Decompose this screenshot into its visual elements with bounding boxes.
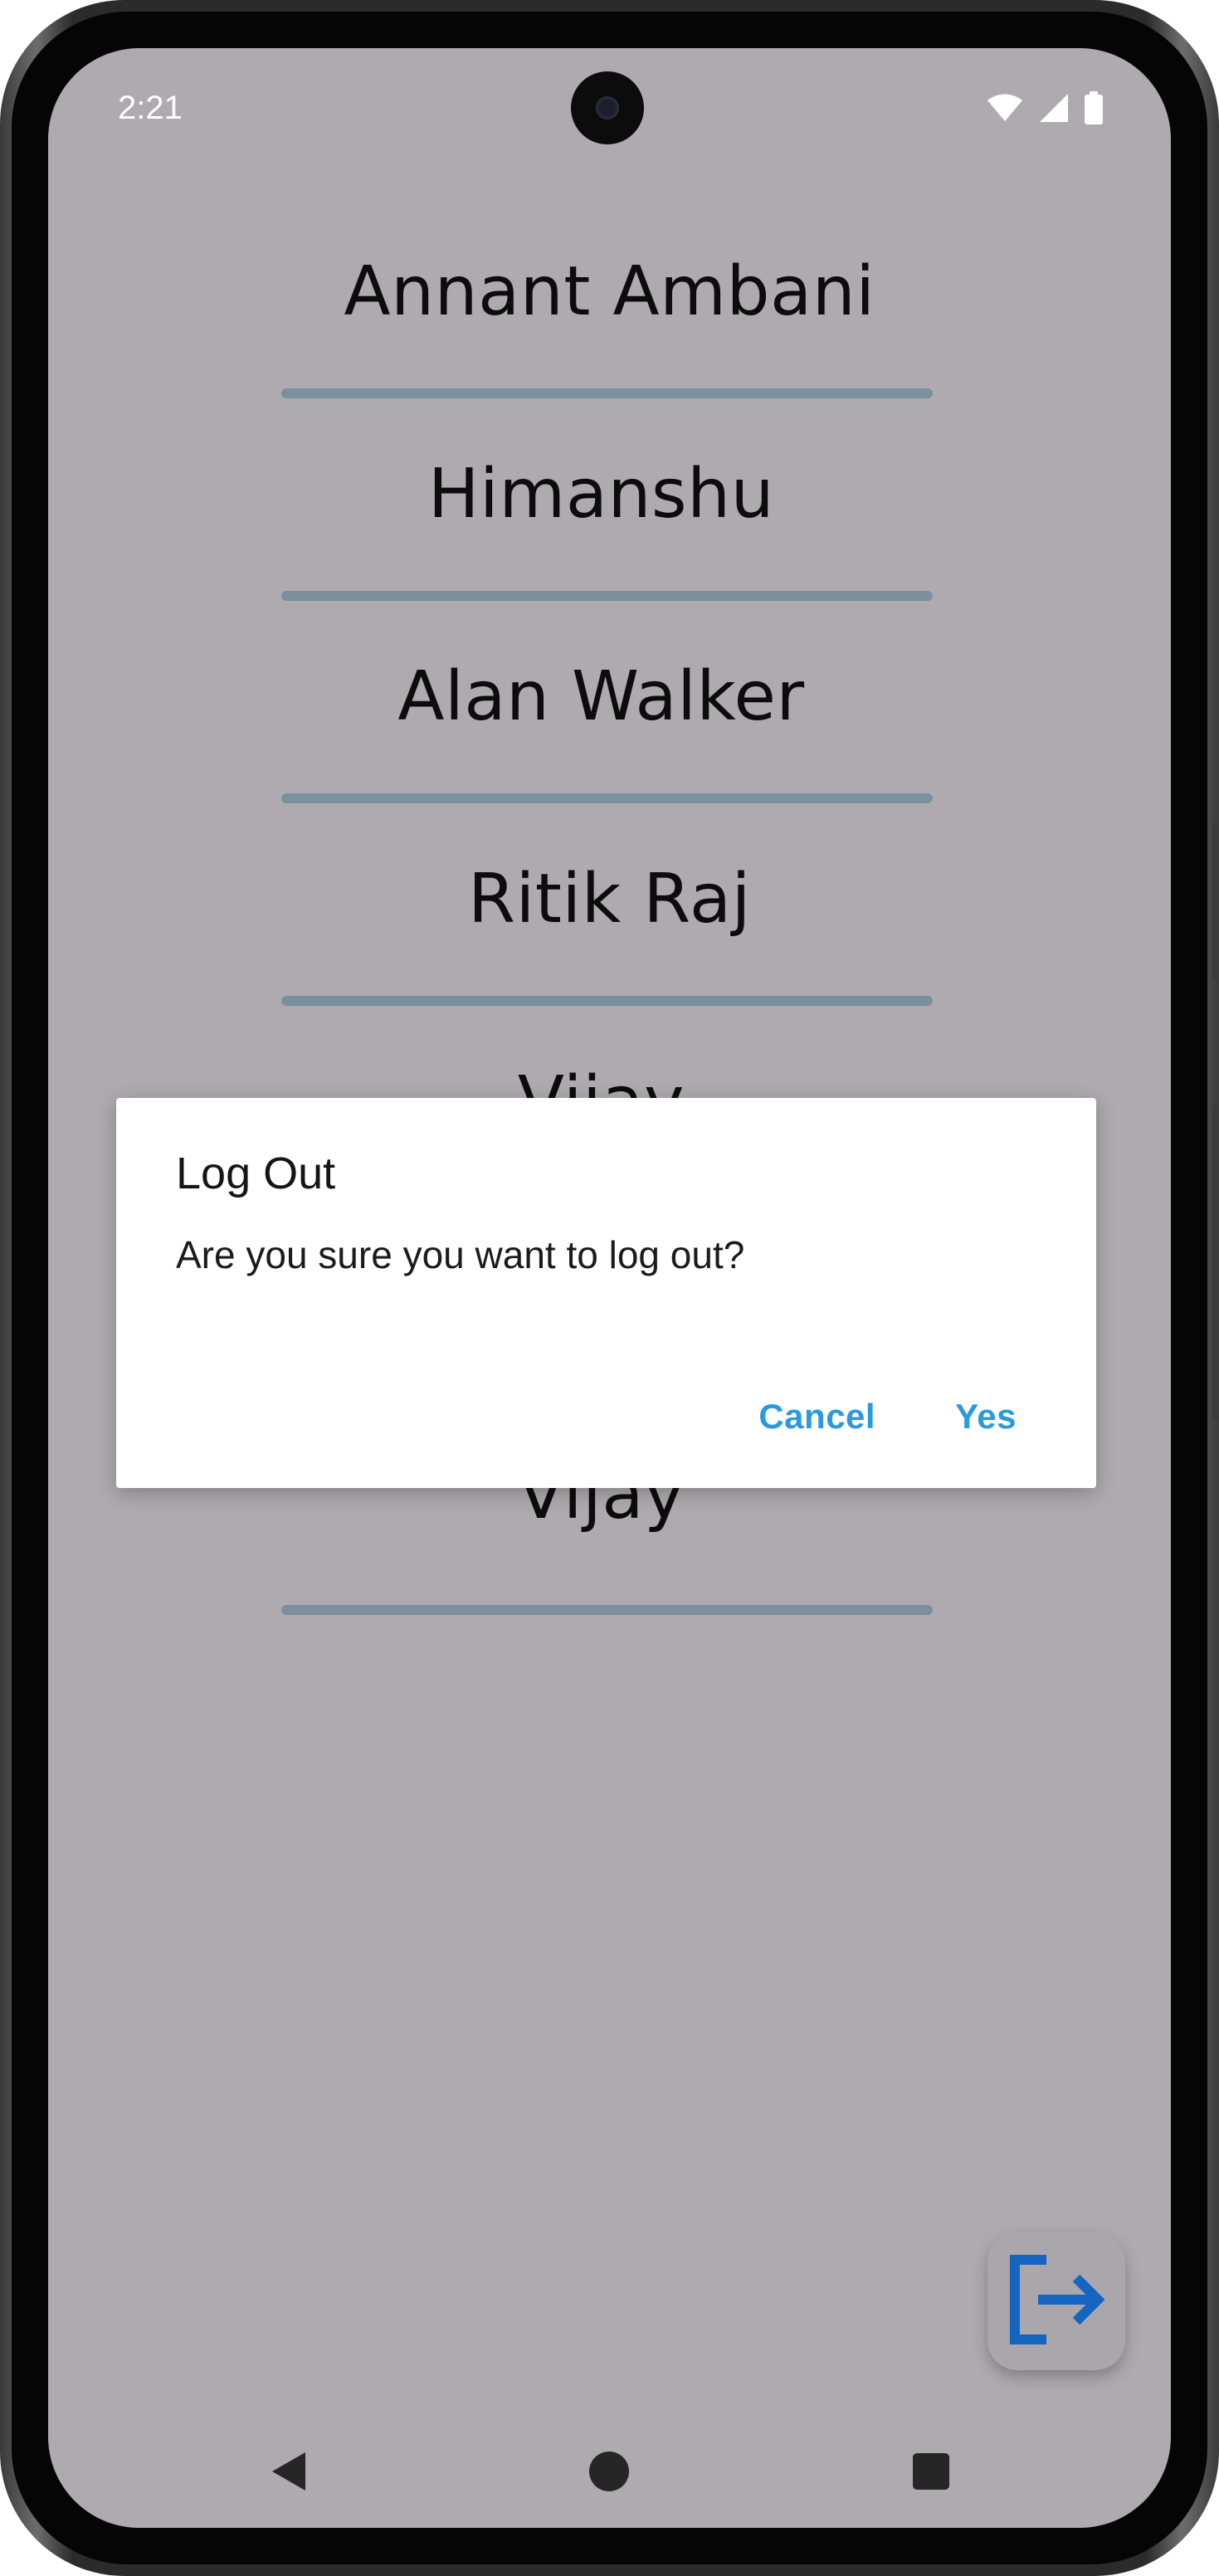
cancel-button[interactable]: Cancel (758, 1397, 875, 1437)
logout-dialog: Log Out Are you sure you want to log out… (116, 1098, 1096, 1488)
home-icon (588, 2451, 630, 2496)
list-item[interactable]: Annant Ambani (48, 198, 1171, 400)
list-item[interactable]: Himanshu (48, 400, 1171, 603)
list-divider (281, 388, 933, 398)
dialog-title: Log Out (176, 1149, 336, 1198)
logout-icon (1005, 2253, 1108, 2350)
phone-frame: Annant Ambani Himanshu Alan Walker Ritik… (0, 0, 1219, 2576)
back-icon (271, 2451, 307, 2496)
list-divider (281, 591, 933, 601)
home-button[interactable] (584, 2448, 634, 2498)
list-divider (281, 793, 933, 803)
wifi-icon (987, 93, 1023, 127)
power-button (1212, 822, 1219, 979)
back-button[interactable] (264, 2448, 314, 2498)
dialog-message: Are you sure you want to log out? (176, 1233, 745, 1276)
yes-button[interactable]: Yes (955, 1397, 1017, 1437)
volume-button (1212, 1104, 1219, 1419)
list-divider (281, 1605, 933, 1615)
contact-name: Ritik Raj (468, 860, 751, 939)
list-divider (281, 996, 933, 1006)
recents-button[interactable] (906, 2448, 956, 2498)
list-item[interactable]: Ritik Raj (48, 805, 1171, 1007)
list-item[interactable]: Alan Walker (48, 603, 1171, 805)
status-bar: 2:21 (48, 48, 1171, 173)
contact-name: Himanshu (427, 455, 775, 534)
logout-fab[interactable] (987, 2232, 1125, 2370)
recents-icon (912, 2452, 950, 2495)
app-screen: Annant Ambani Himanshu Alan Walker Ritik… (48, 48, 1171, 2528)
dialog-actions: Cancel Yes (758, 1397, 1017, 1437)
status-icons (987, 90, 1103, 129)
system-nav-bar (48, 2423, 1171, 2528)
contact-name: Alan Walker (397, 657, 805, 736)
status-time: 2:21 (118, 90, 183, 126)
signal-icon (1038, 92, 1070, 128)
front-camera (571, 71, 644, 144)
contact-name: Annant Ambani (344, 252, 875, 331)
battery-icon (1085, 90, 1103, 129)
